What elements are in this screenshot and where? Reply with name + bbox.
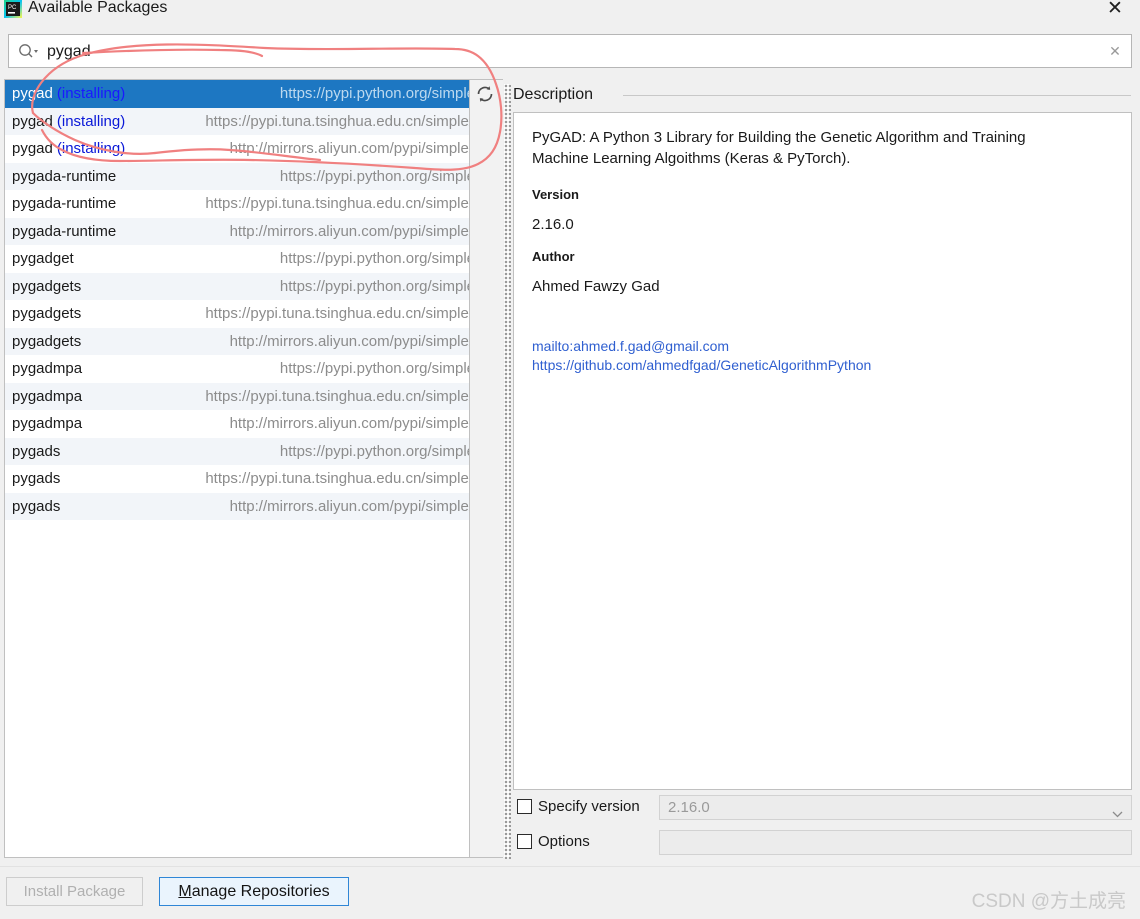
package-status: (installing): [57, 85, 125, 102]
package-repository: http://mirrors.aliyun.com/pypi/simple/: [230, 135, 469, 163]
package-status: (installing): [57, 140, 125, 157]
package-name: pygada-runtime: [12, 218, 116, 246]
table-row[interactable]: pygad(installing) https://pypi.tuna.tsing…: [5, 108, 469, 136]
title-bar: PC Available Packages ✕: [0, 0, 1140, 30]
package-name: pygadget: [12, 245, 74, 273]
table-row[interactable]: pygads https://pypi.tuna.tsinghua.edu.cn/…: [5, 465, 469, 493]
version-select-value: 2.16.0: [668, 796, 710, 819]
table-row[interactable]: pygadmpa https://pypi.tuna.tsinghua.edu.c…: [5, 383, 469, 411]
table-row[interactable]: pygada-runtime https://pypi.python.org/si…: [5, 163, 469, 191]
package-repository: https://pypi.python.org/simple: [280, 80, 469, 108]
package-repository: https://pypi.tuna.tsinghua.edu.cn/simple…: [205, 300, 469, 328]
package-name: pygadgets: [12, 328, 81, 356]
package-name: pygadmpa: [12, 410, 82, 438]
package-list[interactable]: pygad(installing) https://pypi.python.org…: [4, 79, 470, 858]
specify-version-label: Specify version: [538, 795, 640, 819]
package-repository: https://pypi.tuna.tsinghua.edu.cn/simple…: [205, 383, 469, 411]
version-value: 2.16.0: [532, 216, 1113, 233]
package-repository: http://mirrors.aliyun.com/pypi/simple/: [230, 410, 469, 438]
description-summary: PyGAD: A Python 3 Library for Building t…: [532, 127, 1077, 169]
package-repository: https://pypi.python.org/simple: [280, 163, 469, 191]
package-repository: http://mirrors.aliyun.com/pypi/simple/: [230, 218, 469, 246]
version-select[interactable]: 2.16.0: [659, 795, 1132, 820]
description-title: Description: [513, 84, 601, 106]
package-list-scrollbar[interactable]: [470, 79, 503, 858]
search-icon[interactable]: [17, 42, 39, 62]
package-name: pygad(installing): [12, 80, 125, 108]
project-homepage-link[interactable]: https://github.com/ahmedfgad/GeneticAlgo…: [532, 356, 1113, 375]
table-row[interactable]: pygadgets https://pypi.tuna.tsinghua.edu.…: [5, 300, 469, 328]
table-row[interactable]: pygads http://mirrors.aliyun.com/pypi/sim…: [5, 493, 469, 521]
package-name: pygada-runtime: [12, 190, 116, 218]
table-row[interactable]: pygadmpa https://pypi.python.org/simple: [5, 355, 469, 383]
package-name: pygadgets: [12, 273, 81, 301]
search-bar[interactable]: ✕: [8, 34, 1132, 68]
description-panel: PyGAD: A Python 3 Library for Building t…: [513, 112, 1132, 790]
table-row[interactable]: pygada-runtime http://mirrors.aliyun.com/…: [5, 218, 469, 246]
options-checkbox[interactable]: [517, 834, 532, 849]
page-title: Available Packages: [28, 0, 167, 19]
search-input[interactable]: [45, 35, 1089, 69]
footer-divider: [0, 866, 1140, 867]
clear-search-icon[interactable]: ✕: [1107, 43, 1123, 59]
table-row[interactable]: pygad(installing) https://pypi.python.org…: [5, 80, 469, 108]
package-repository: https://pypi.python.org/simple: [280, 245, 469, 273]
specify-version-row: Specify version 2.16.0: [513, 795, 1132, 821]
package-name: pygads: [12, 465, 60, 493]
manage-repositories-label: anage Repositories: [192, 883, 330, 900]
package-repository: https://pypi.python.org/simple: [280, 273, 469, 301]
description-divider: [623, 95, 1131, 96]
options-row: Options: [513, 830, 1132, 856]
package-name: pygad(installing): [12, 108, 125, 136]
table-row[interactable]: pygadmpa http://mirrors.aliyun.com/pypi/s…: [5, 410, 469, 438]
package-repository: https://pypi.tuna.tsinghua.edu.cn/simple…: [205, 465, 469, 493]
chevron-down-icon: [1112, 805, 1121, 810]
package-status: (installing): [57, 113, 125, 130]
author-email-link[interactable]: mailto:ahmed.f.gad@gmail.com: [532, 337, 1113, 356]
description-header: Description: [513, 84, 1131, 108]
refresh-icon[interactable]: [474, 83, 496, 105]
package-repository: https://pypi.python.org/simple: [280, 438, 469, 466]
pycharm-icon: PC: [4, 0, 22, 18]
panel-splitter[interactable]: [504, 84, 511, 859]
package-name: pygads: [12, 438, 60, 466]
manage-repositories-mnemonic: M: [178, 883, 191, 900]
package-repository: https://pypi.tuna.tsinghua.edu.cn/simple…: [205, 108, 469, 136]
description-links: mailto:ahmed.f.gad@gmail.com https://git…: [532, 337, 1113, 375]
table-row[interactable]: pygada-runtime https://pypi.tuna.tsinghua…: [5, 190, 469, 218]
install-package-button[interactable]: Install Package: [6, 877, 143, 906]
package-name: pygada-runtime: [12, 163, 116, 191]
table-row[interactable]: pygadgets http://mirrors.aliyun.com/pypi/…: [5, 328, 469, 356]
table-row[interactable]: pygads https://pypi.python.org/simple: [5, 438, 469, 466]
table-row[interactable]: pygadgets https://pypi.python.org/simple: [5, 273, 469, 301]
table-row[interactable]: pygadget https://pypi.python.org/simple: [5, 245, 469, 273]
options-label: Options: [538, 830, 590, 854]
package-name: pygadgets: [12, 300, 81, 328]
csdn-watermark: CSDN @方土成亮: [972, 886, 1126, 913]
package-repository: https://pypi.tuna.tsinghua.edu.cn/simple…: [205, 190, 469, 218]
package-repository: http://mirrors.aliyun.com/pypi/simple/: [230, 328, 469, 356]
author-value: Ahmed Fawzy Gad: [532, 278, 1113, 295]
manage-repositories-button[interactable]: Manage Repositories: [159, 877, 349, 906]
author-label: Author: [532, 249, 1113, 264]
package-repository: http://mirrors.aliyun.com/pypi/simple/: [230, 493, 469, 521]
options-input[interactable]: [659, 830, 1132, 855]
version-label: Version: [532, 187, 1113, 202]
specify-version-checkbox[interactable]: [517, 799, 532, 814]
package-name: pygads: [12, 493, 60, 521]
package-name: pygadmpa: [12, 355, 82, 383]
close-icon[interactable]: ✕: [1098, 0, 1132, 22]
table-row[interactable]: pygad(installing) http://mirrors.aliyun.c…: [5, 135, 469, 163]
package-name: pygadmpa: [12, 383, 82, 411]
package-repository: https://pypi.python.org/simple: [280, 355, 469, 383]
svg-text:PC: PC: [8, 5, 17, 11]
package-name: pygad(installing): [12, 135, 125, 163]
